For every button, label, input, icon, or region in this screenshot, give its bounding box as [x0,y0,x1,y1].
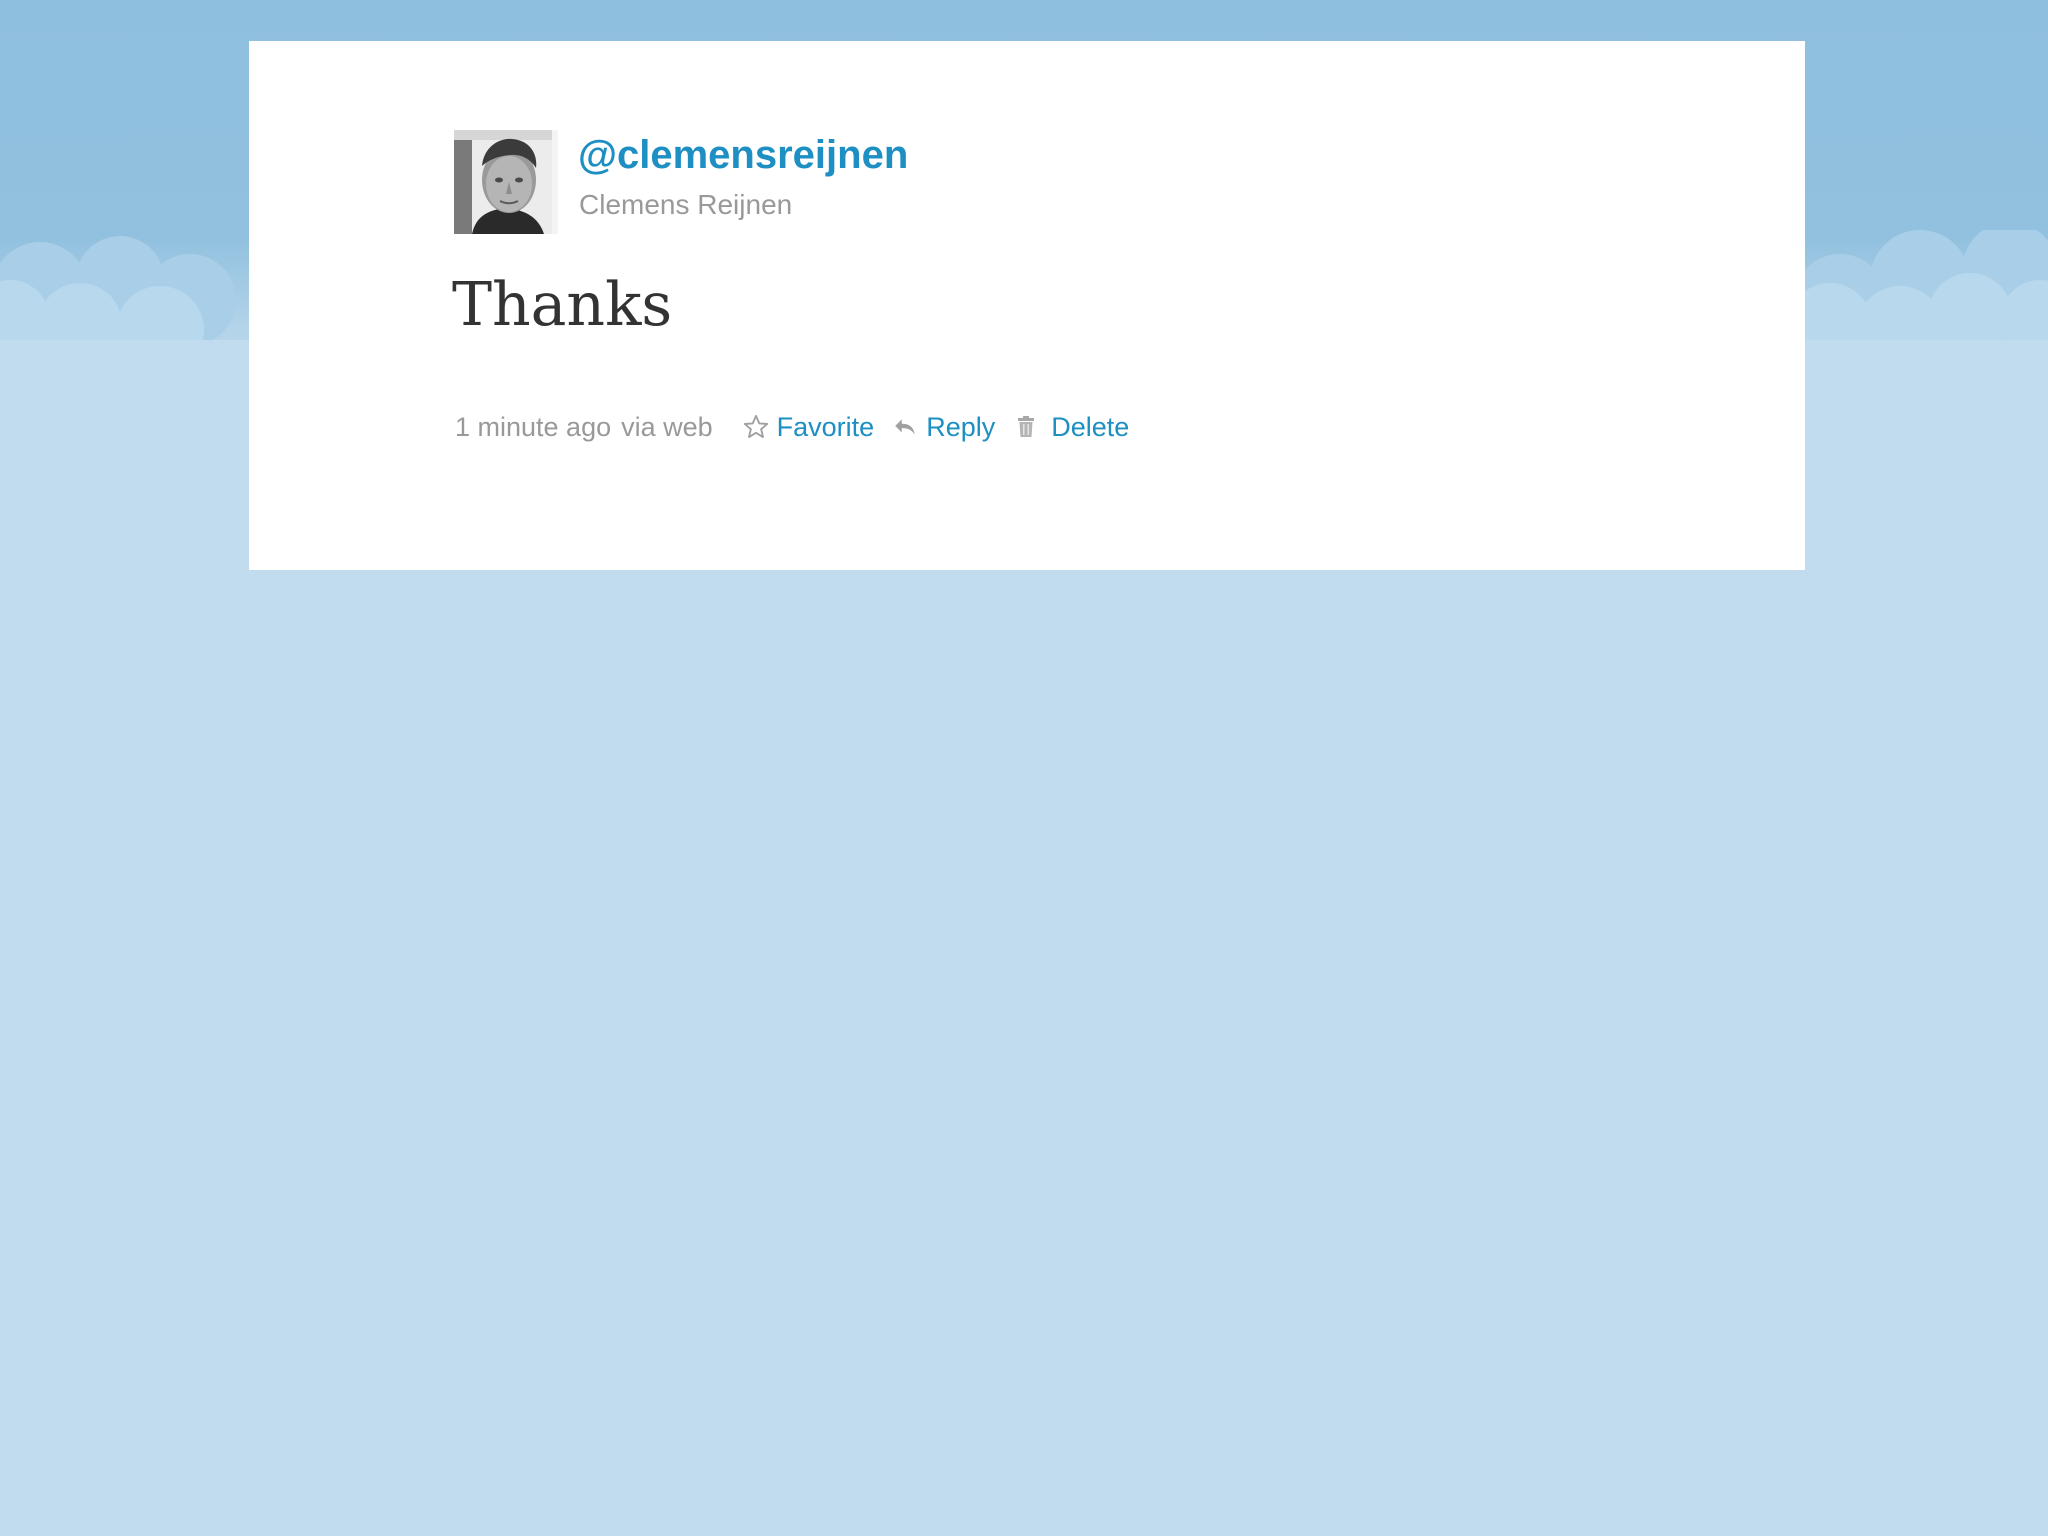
reply-button[interactable]: Reply [890,412,995,443]
tweet-card: @clemensreijnen Clemens Reijnen Thanks 1… [249,41,1805,570]
trash-icon [1011,412,1041,442]
avatar-photo [454,130,558,234]
avatar[interactable] [454,130,558,234]
star-icon [741,412,771,442]
favorite-button[interactable]: Favorite [741,411,875,443]
favorite-label: Favorite [776,411,875,442]
delete-button[interactable]: Delete [1011,412,1129,443]
screen-name-link[interactable]: @clemensreijnen [578,133,908,178]
reply-arrow-icon [890,412,920,442]
timestamp-link[interactable]: 1 minute ago [455,412,611,443]
tweet-text: Thanks [452,270,673,340]
via-source: via web [621,411,713,442]
delete-label: Delete [1051,411,1130,442]
full-name: Clemens Reijnen [579,189,793,220]
tweet-meta: 1 minute ago via web Favorite Reply Dele… [455,409,1145,445]
reply-label: Reply [926,411,996,442]
